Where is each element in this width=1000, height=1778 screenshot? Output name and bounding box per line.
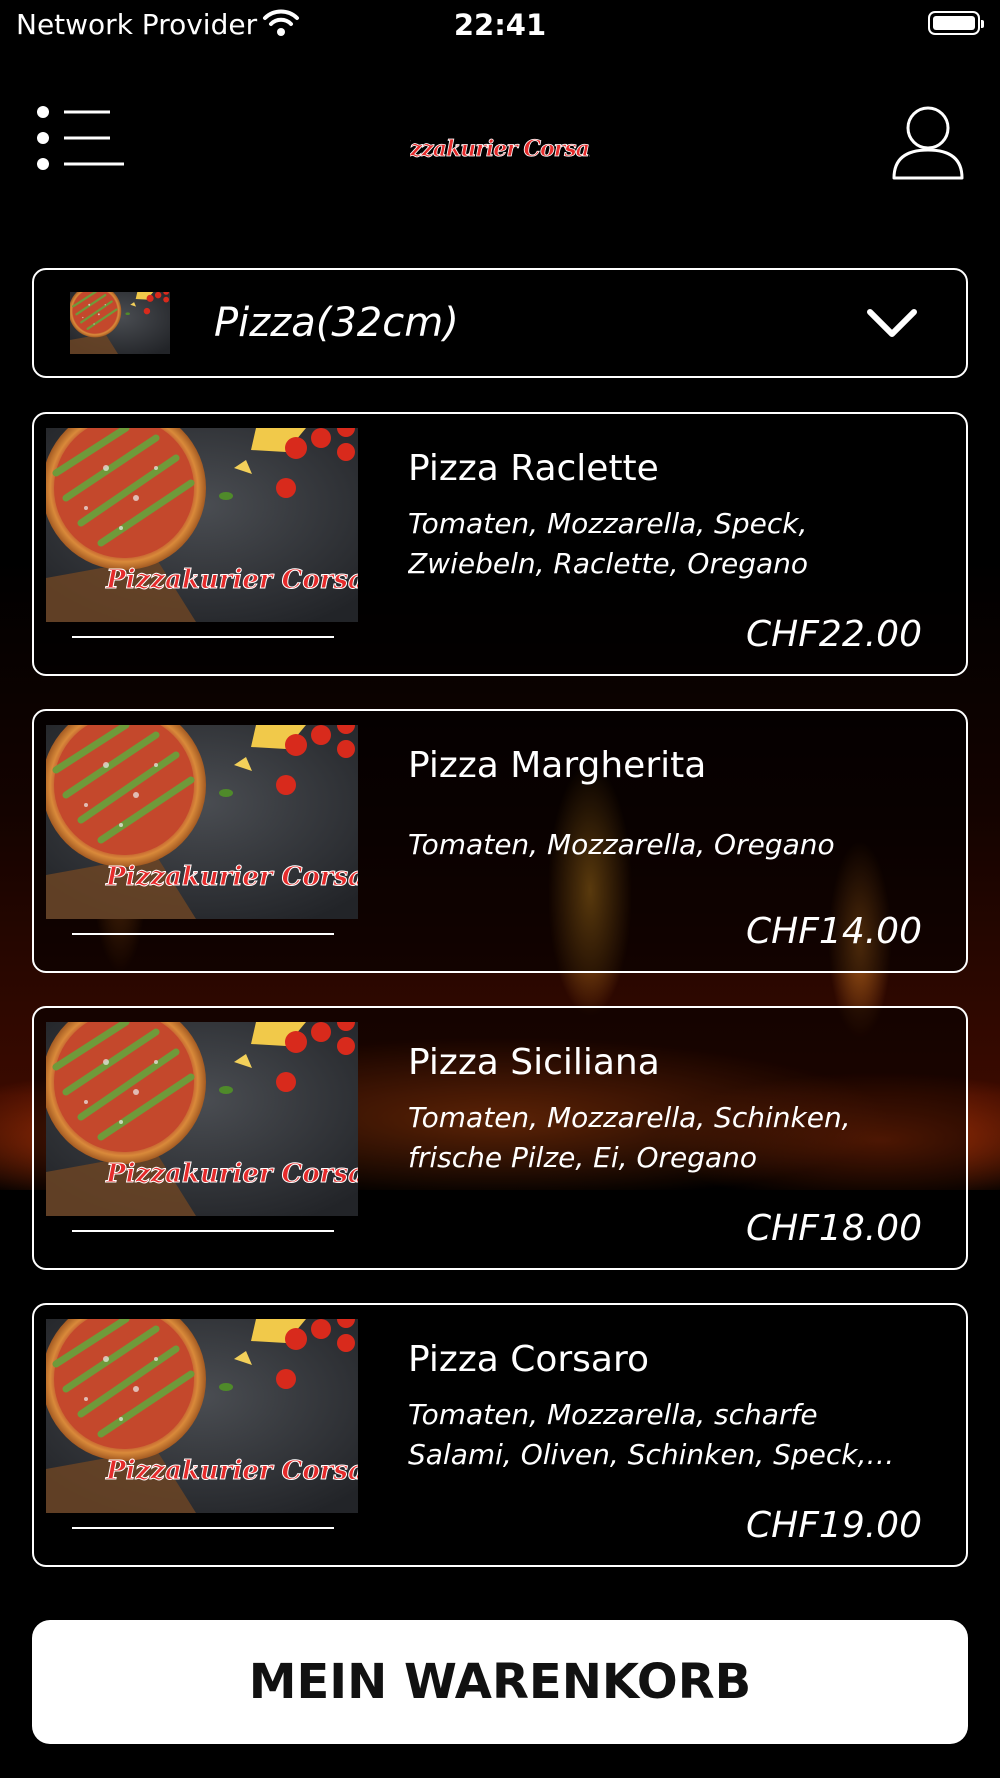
divider [72, 636, 334, 638]
product-description: Tomaten, Mozzarella, Speck, Zwiebeln, Ra… [408, 507, 808, 580]
divider [72, 933, 334, 935]
product-image-logo: Pizzakurier Corsaro [105, 1456, 358, 1486]
product-description: Tomaten, Mozzarella, scharfe Salami, Oli… [408, 1398, 867, 1471]
cart-button[interactable]: MEIN WARENKORB [32, 1620, 968, 1744]
product-name: Pizza Siciliana [408, 1042, 660, 1083]
product-price: CHF19.00 [746, 1505, 922, 1546]
status-time: 22:41 [453, 8, 547, 42]
product-name: Pizza Corsaro [408, 1339, 650, 1380]
product-description: Tomaten, Mozzarella, Oregano [408, 828, 835, 861]
product-price: CHF18.00 [746, 1208, 922, 1249]
battery-icon [928, 11, 984, 35]
category-selected-label: Pizza(32cm) [214, 300, 459, 346]
product-card[interactable]: Pizzakurier Corsaro Pizza Raclette Tomat… [32, 412, 968, 676]
product-image: Pizzakurier Corsaro [46, 428, 358, 622]
product-image: Pizzakurier Corsaro [46, 1022, 358, 1216]
category-thumbnail [70, 292, 170, 354]
product-image: Pizzakurier Corsaro [46, 1319, 358, 1513]
user-profile-icon[interactable] [890, 104, 966, 180]
product-card[interactable]: Pizzakurier Corsaro Pizza Corsaro Tomate… [32, 1303, 968, 1567]
product-image: Pizzakurier Corsaro [46, 725, 358, 919]
svg-text:Pizzakurier Corsaro: Pizzakurier Corsaro [410, 136, 590, 162]
divider [72, 1230, 334, 1232]
product-price: CHF14.00 [746, 911, 922, 952]
status-bar: Network Provider 22:41 [0, 0, 1000, 50]
chevron-down-icon[interactable] [864, 300, 920, 344]
product-card[interactable]: Pizzakurier Corsaro Pizza Margherita Tom… [32, 709, 968, 973]
divider [72, 1527, 334, 1529]
product-image-logo: Pizzakurier Corsaro [105, 565, 358, 595]
category-dropdown[interactable]: Pizza(32cm) [32, 268, 968, 378]
product-card[interactable]: Pizzakurier Corsaro Pizza Siciliana Toma… [32, 1006, 968, 1270]
product-image-logo: Pizzakurier Corsaro [105, 1159, 358, 1189]
list-menu-icon[interactable] [36, 106, 126, 170]
product-name: Pizza Raclette [408, 448, 659, 489]
product-description: Tomaten, Mozzarella, Schinken, frische P… [408, 1101, 851, 1174]
brand-logo: Pizzakurier Corsaro [385, 112, 614, 178]
product-price: CHF22.00 [746, 614, 922, 655]
product-name: Pizza Margherita [408, 745, 707, 786]
product-image-logo: Pizzakurier Corsaro [105, 862, 358, 892]
